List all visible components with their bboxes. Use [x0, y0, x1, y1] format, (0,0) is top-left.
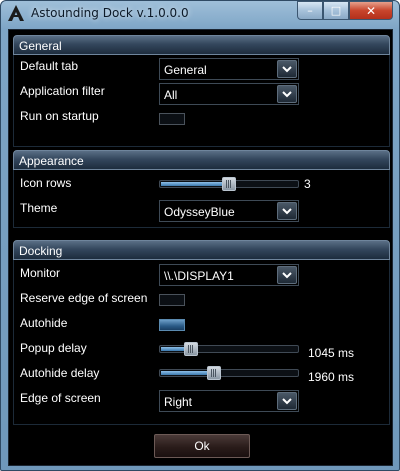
edge-of-screen-select[interactable]: Right: [159, 390, 299, 412]
close-button[interactable]: ✕: [349, 1, 393, 20]
caption-buttons: – □ ✕: [297, 1, 393, 20]
docking-group-header: Docking: [13, 240, 390, 260]
settings-window: Astounding Dock v.1.0.0.0 – □ ✕ General …: [0, 0, 400, 471]
appearance-group-body: Icon rows 3 Theme OdysseyBlue: [13, 170, 390, 228]
appearance-group-header: Appearance: [13, 150, 390, 170]
autohide-delay-slider[interactable]: [159, 366, 299, 380]
chevron-down-icon: [282, 90, 292, 97]
default-tab-dropdown-button[interactable]: [277, 60, 297, 78]
autohide-label: Autohide: [20, 316, 68, 330]
window-title: Astounding Dock v.1.0.0.0: [31, 6, 189, 20]
monitor-value: \\.\DISPLAY1: [164, 269, 234, 283]
minimize-button[interactable]: –: [297, 1, 323, 20]
monitor-label: Monitor: [20, 266, 61, 280]
general-group-body: Default tab General Application filter A…: [13, 55, 390, 147]
general-group-title: General: [19, 39, 62, 53]
icon-rows-value: 3: [304, 177, 311, 191]
appearance-group-title: Appearance: [19, 154, 84, 168]
monitor-select[interactable]: \\.\DISPLAY1: [159, 264, 299, 286]
close-icon: ✕: [365, 3, 377, 18]
minimize-icon: –: [307, 4, 313, 17]
default-tab-select[interactable]: General: [159, 58, 299, 80]
icon-rows-label: Icon rows: [20, 176, 72, 190]
application-filter-select[interactable]: All: [159, 83, 299, 105]
edge-of-screen-dropdown-button[interactable]: [277, 392, 297, 410]
docking-group: Docking Monitor \\.\DISPLAY1 Reserve edg…: [13, 240, 390, 425]
ok-button[interactable]: Ok: [154, 434, 250, 458]
general-group-header: General: [13, 35, 390, 55]
application-filter-value: All: [164, 88, 178, 102]
run-on-startup-checkbox[interactable]: [159, 113, 185, 125]
theme-dropdown-button[interactable]: [277, 202, 297, 220]
run-on-startup-label: Run on startup: [20, 109, 99, 123]
popup-delay-slider[interactable]: [159, 342, 299, 356]
general-group: General Default tab General Application …: [13, 35, 390, 147]
autohide-delay-slider-track: [159, 369, 299, 377]
chevron-down-icon: [282, 65, 292, 72]
theme-select[interactable]: OdysseyBlue: [159, 200, 299, 222]
autohide-delay-slider-thumb[interactable]: [207, 366, 221, 380]
theme-value: OdysseyBlue: [164, 205, 235, 219]
default-tab-label: Default tab: [20, 59, 79, 73]
default-tab-value: General: [164, 63, 207, 77]
autohide-checkbox[interactable]: [159, 319, 185, 331]
chevron-down-icon: [282, 271, 292, 278]
application-filter-dropdown-button[interactable]: [277, 85, 297, 103]
monitor-dropdown-button[interactable]: [277, 266, 297, 284]
reserve-edge-checkbox[interactable]: [159, 294, 185, 306]
autohide-delay-value: 1960 ms: [308, 370, 355, 384]
docking-group-body: Monitor \\.\DISPLAY1 Reserve edge of scr…: [13, 260, 390, 425]
maximize-button[interactable]: □: [323, 1, 349, 20]
edge-of-screen-value: Right: [164, 395, 193, 409]
edge-of-screen-label: Edge of screen: [20, 391, 101, 405]
autohide-delay-label: Autohide delay: [20, 366, 100, 380]
maximize-icon: □: [330, 4, 342, 17]
icon-rows-slider-fill: [161, 182, 231, 186]
chevron-down-icon: [282, 397, 292, 404]
icon-rows-slider[interactable]: [159, 177, 299, 191]
theme-label: Theme: [20, 201, 58, 215]
popup-delay-slider-thumb[interactable]: [184, 342, 198, 356]
docking-group-title: Docking: [19, 244, 63, 258]
application-filter-label: Application filter: [20, 84, 105, 98]
settings-panel: General Default tab General Application …: [8, 29, 393, 466]
chevron-down-icon: [282, 207, 292, 214]
popup-delay-value: 1045 ms: [308, 346, 355, 360]
appearance-group: Appearance Icon rows 3 Theme OdysseyBlue: [13, 150, 390, 228]
popup-delay-label: Popup delay: [20, 341, 87, 355]
title-bar[interactable]: Astounding Dock v.1.0.0.0 – □ ✕: [1, 1, 399, 27]
icon-rows-slider-thumb[interactable]: [222, 177, 236, 191]
popup-delay-slider-track: [159, 345, 299, 353]
reserve-edge-label: Reserve edge of screen: [20, 291, 148, 305]
app-logo-icon: [8, 5, 24, 21]
